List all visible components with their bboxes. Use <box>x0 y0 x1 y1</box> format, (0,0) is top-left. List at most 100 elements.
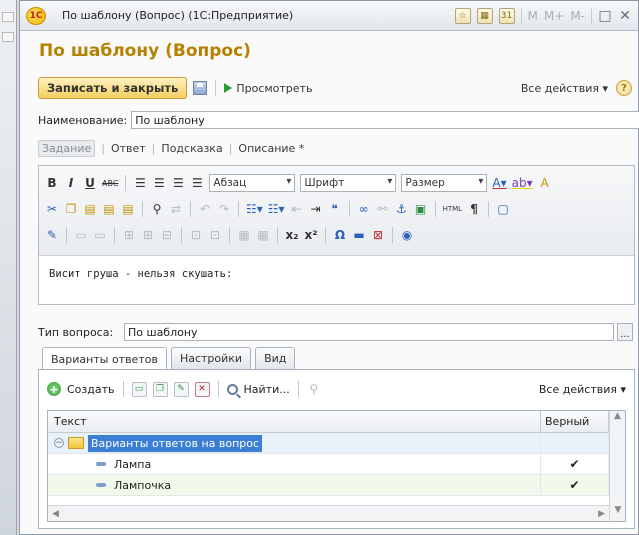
list-all-actions-button[interactable]: Все действия ▾ <box>539 383 626 396</box>
image-icon[interactable]: ▣ <box>414 202 428 216</box>
divider <box>297 381 299 397</box>
table-row[interactable]: Лампочка ✔ <box>48 475 625 496</box>
tab-hint[interactable]: Подсказка <box>161 142 222 155</box>
paste-word-icon[interactable]: ▤ <box>121 202 135 216</box>
size-select[interactable]: Размер <box>401 174 488 192</box>
link-icon[interactable]: ∞ <box>357 202 371 216</box>
all-actions-label: Все действия ▾ <box>520 81 608 95</box>
align-center-icon[interactable]: ☰ <box>152 176 166 190</box>
unlink-icon[interactable]: ⚯ <box>376 202 390 216</box>
italic-icon[interactable]: I <box>64 176 78 190</box>
save-and-close-button[interactable]: Записать и закрыть <box>38 77 188 99</box>
clear-format-icon[interactable]: ⊠ <box>371 228 385 242</box>
create-button[interactable]: Создать <box>67 383 115 396</box>
answer-correct[interactable]: ✔ <box>541 454 609 474</box>
bullet-list-icon[interactable]: ☷▾ <box>246 202 263 216</box>
tab-view[interactable]: Вид <box>255 347 296 369</box>
replace-icon[interactable]: ⇄ <box>169 202 183 216</box>
outdent-icon[interactable]: ⇤ <box>290 202 304 216</box>
vertical-scrollbar[interactable]: ▲ ▼ <box>609 411 625 521</box>
tab-answer[interactable]: Ответ <box>111 142 146 155</box>
quote-icon[interactable]: ❝ <box>328 202 342 216</box>
question-type-input[interactable]: По шаблону <box>124 323 614 341</box>
merge-cells-icon[interactable]: ⊡ <box>189 228 203 242</box>
scroll-down-icon[interactable]: ▼ <box>610 505 626 521</box>
tab-settings[interactable]: Настройки <box>170 347 252 369</box>
undo-icon[interactable]: ↶ <box>198 202 212 216</box>
all-actions-button[interactable]: Все действия ▾ <box>521 82 608 95</box>
cell-props-icon[interactable]: ▭ <box>93 228 107 242</box>
split-cells-icon[interactable]: ⊡ <box>208 228 222 242</box>
copy-item-icon[interactable]: ❐ <box>152 381 168 397</box>
paste-icon[interactable]: ▤ <box>83 202 97 216</box>
strikethrough-icon[interactable]: ABC <box>102 179 118 188</box>
table-icon[interactable]: ▦ <box>237 228 251 242</box>
memory-minus-button[interactable]: M- <box>570 9 585 23</box>
table-props-icon[interactable]: ▭ <box>74 228 88 242</box>
collapse-icon[interactable]: − <box>54 438 64 448</box>
bold-icon[interactable]: B <box>45 176 59 190</box>
text-color-icon[interactable]: A▾ <box>492 176 506 190</box>
tab-description[interactable]: Описание * <box>238 142 304 155</box>
align-left-icon[interactable]: ☰ <box>133 176 147 190</box>
edit-form-icon[interactable]: ✎ <box>45 228 59 242</box>
save-icon[interactable] <box>193 81 208 95</box>
close-window-icon[interactable]: ✕ <box>618 8 632 24</box>
cut-icon[interactable]: ✂ <box>45 202 59 216</box>
anchor-icon[interactable]: ⚓ <box>395 202 409 216</box>
memory-plus-button[interactable]: M+ <box>544 9 564 23</box>
memory-button[interactable]: M <box>528 9 538 23</box>
font-size-icon[interactable]: A <box>538 176 552 190</box>
delete-row-icon[interactable]: ⊟ <box>160 228 174 242</box>
preview-icon[interactable]: ▢ <box>496 202 510 216</box>
column-header-correct[interactable]: Верный <box>541 411 609 432</box>
cancel-search-icon[interactable]: ⚲ <box>307 382 321 396</box>
pilcrow-icon[interactable]: ¶ <box>467 202 481 216</box>
page-title: По шаблону (Вопрос) <box>39 41 251 61</box>
find-button[interactable]: Найти... <box>244 383 290 396</box>
delete-icon[interactable]: ✕ <box>194 381 210 397</box>
table-delete-icon[interactable]: ▦ <box>256 228 270 242</box>
align-justify-icon[interactable]: ☰ <box>190 176 204 190</box>
scroll-left-icon[interactable]: ◀ <box>52 509 59 519</box>
table-row[interactable]: Лампа ✔ <box>48 454 625 475</box>
favorites-icon[interactable]: ☆ <box>454 7 471 24</box>
calculator-icon[interactable]: ▦ <box>476 7 493 24</box>
answer-correct[interactable]: ✔ <box>541 475 609 495</box>
paste-text-icon[interactable]: ▤ <box>102 202 116 216</box>
special-char-icon[interactable]: Ω <box>333 228 347 242</box>
editor-content[interactable]: Висит груша - нельзя скушать: <box>39 256 634 292</box>
restore-window-icon[interactable]: □ <box>598 8 612 24</box>
question-type-select-button[interactable]: ... <box>617 323 633 341</box>
tab-task[interactable]: Задание <box>38 140 96 157</box>
edit-icon[interactable]: ✎ <box>173 381 189 397</box>
copy-icon[interactable]: ❐ <box>64 202 78 216</box>
html-source-icon[interactable]: HTML <box>443 205 462 213</box>
help-editor-icon[interactable]: ◉ <box>400 228 414 242</box>
name-input[interactable]: По шаблону <box>131 111 639 129</box>
redo-icon[interactable]: ↷ <box>217 202 231 216</box>
superscript-icon[interactable]: x² <box>304 228 318 242</box>
align-right-icon[interactable]: ☰ <box>171 176 185 190</box>
indent-icon[interactable]: ⇥ <box>309 202 323 216</box>
subscript-icon[interactable]: x₂ <box>285 228 299 242</box>
font-select[interactable]: Шрифт <box>300 174 397 192</box>
add-folder-icon[interactable]: ▭ <box>131 381 147 397</box>
underline-icon[interactable]: U <box>83 176 97 190</box>
highlight-color-icon[interactable]: ab▾ <box>512 176 533 190</box>
scroll-up-icon[interactable]: ▲ <box>610 411 625 427</box>
tab-answer-variants[interactable]: Варианты ответов <box>42 347 167 370</box>
scroll-right-icon[interactable]: ▶ <box>598 509 605 519</box>
calendar-icon[interactable]: 31 <box>498 7 515 24</box>
help-icon[interactable]: ? <box>616 80 632 96</box>
horizontal-scrollbar[interactable]: ◀ ▶ <box>48 505 609 521</box>
find-icon[interactable]: ⚲ <box>150 202 164 216</box>
paragraph-select[interactable]: Абзац <box>209 174 296 192</box>
table-row-group[interactable]: − Варианты ответов на вопрос <box>48 433 625 454</box>
horizontal-rule-icon[interactable]: ▬ <box>352 228 366 242</box>
numbered-list-icon[interactable]: ☷▾ <box>268 202 285 216</box>
view-button[interactable]: Просмотреть <box>236 82 312 95</box>
insert-col-icon[interactable]: ⊞ <box>141 228 155 242</box>
insert-row-icon[interactable]: ⊞ <box>122 228 136 242</box>
column-header-text[interactable]: Текст <box>48 411 541 432</box>
